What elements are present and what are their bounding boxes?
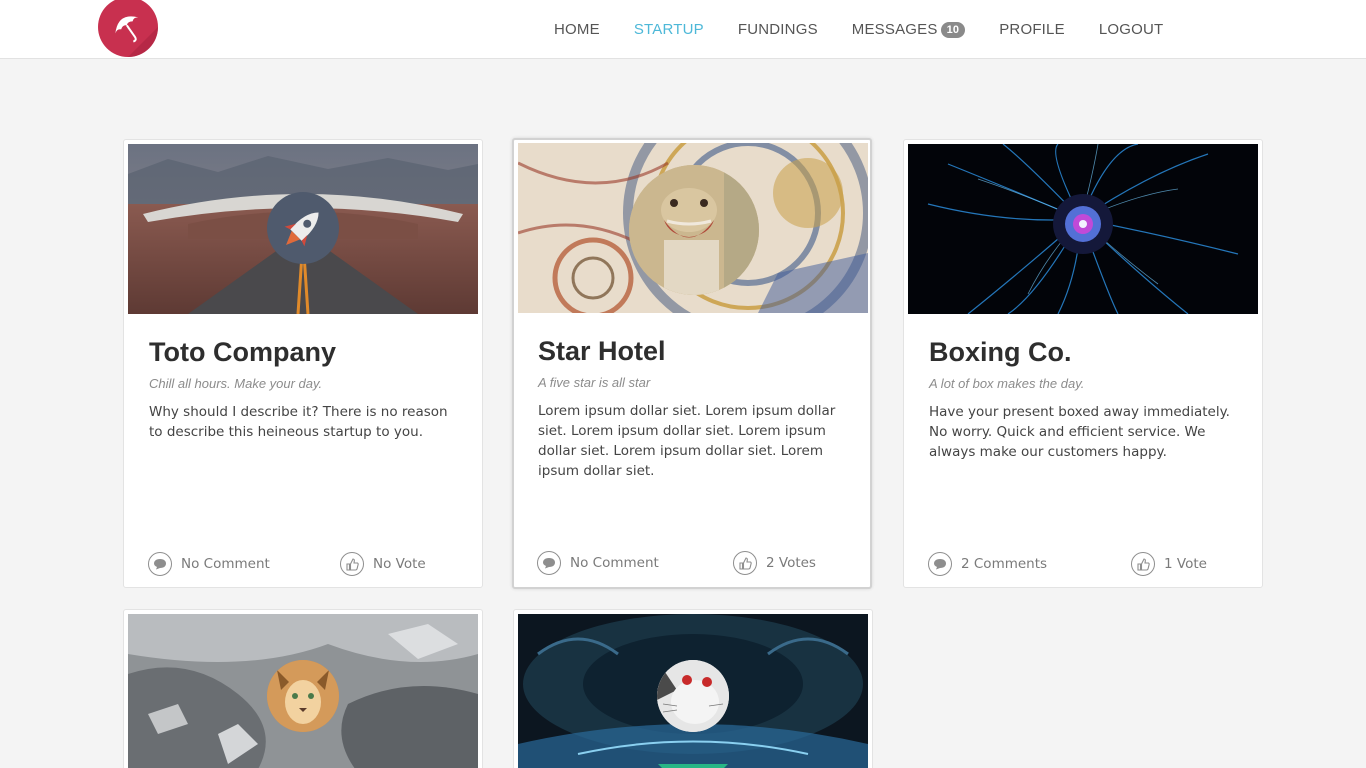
comments-count: No Comment <box>570 555 659 571</box>
votes-count: 2 Votes <box>766 555 816 571</box>
nav-messages[interactable]: MESSAGES 10 <box>851 21 966 38</box>
card-title[interactable]: Toto Company <box>149 337 336 368</box>
nav-home-label: HOME <box>554 21 600 38</box>
card-tagline: A five star is all star <box>538 375 651 390</box>
comments-count: No Comment <box>181 556 270 572</box>
nav-profile[interactable]: PROFILE <box>999 21 1065 38</box>
nav-home[interactable]: HOME <box>554 21 600 38</box>
messages-count-badge: 10 <box>940 21 966 38</box>
thumbs-up-icon <box>733 551 757 575</box>
votes-link[interactable]: No Vote <box>340 552 426 576</box>
mandala-avatar-icon <box>1047 192 1119 264</box>
nav-fundings-label: FUNDINGS <box>737 21 818 38</box>
votes-count: 1 Vote <box>1164 556 1207 572</box>
top-navbar: HOME STARTUP FUNDINGS MESSAGES 10 PROFILE… <box>0 0 1366 59</box>
votes-link[interactable]: 2 Votes <box>733 551 816 575</box>
nav-messages-label: MESSAGES <box>851 21 938 38</box>
comments-link[interactable]: No Comment <box>537 551 659 575</box>
card-title[interactable]: Star Hotel <box>538 336 666 367</box>
startup-card[interactable]: Boxing Co. A lot of box makes the day. H… <box>903 139 1263 588</box>
nav-logout[interactable]: LOGOUT <box>1099 21 1164 38</box>
comment-bubble-icon <box>537 551 561 575</box>
card-description: Lorem ipsum dollar siet. Lorem ipsum dol… <box>538 403 836 479</box>
startup-card[interactable] <box>513 609 873 768</box>
umbrella-logo-icon[interactable] <box>98 0 158 57</box>
card-tagline: A lot of box makes the day. <box>929 376 1085 391</box>
nav-startup-label: STARTUP <box>633 21 704 38</box>
card-description: Why should I describe it? There is no re… <box>149 404 448 440</box>
startup-card[interactable] <box>123 609 483 768</box>
card-footer: 2 Comments 1 Vote <box>928 552 1248 576</box>
comment-bubble-icon <box>928 552 952 576</box>
nav-startup[interactable]: STARTUP <box>634 21 704 38</box>
card-title[interactable]: Boxing Co. <box>929 337 1072 368</box>
nav-profile-label: PROFILE <box>999 21 1065 38</box>
startup-card[interactable]: Toto Company Chill all hours. Make your … <box>123 139 483 588</box>
card-footer: No Comment No Vote <box>148 552 468 576</box>
rocket-avatar-icon <box>267 192 339 264</box>
card-tagline: Chill all hours. Make your day. <box>149 376 323 391</box>
main-nav: HOME STARTUP FUNDINGS MESSAGES 10 PROFILE… <box>554 0 1197 59</box>
lizard-avatar-photo <box>629 165 759 295</box>
cat-avatar-photo <box>657 660 729 732</box>
nav-logout-label: LOGOUT <box>1098 21 1164 38</box>
nav-fundings[interactable]: FUNDINGS <box>738 21 818 38</box>
card-description: Have your present boxed away immediately… <box>929 404 1230 460</box>
comments-link[interactable]: 2 Comments <box>928 552 1047 576</box>
comments-link[interactable]: No Comment <box>148 552 270 576</box>
comment-bubble-icon <box>148 552 172 576</box>
thumbs-up-icon <box>340 552 364 576</box>
cougar-avatar-photo <box>267 660 339 732</box>
card-footer: No Comment 2 Votes <box>537 551 857 575</box>
thumbs-up-icon <box>1131 552 1155 576</box>
startup-card[interactable]: Star Hotel A five star is all star Lorem… <box>512 138 872 589</box>
votes-link[interactable]: 1 Vote <box>1131 552 1207 576</box>
votes-count: No Vote <box>373 556 426 572</box>
comments-count: 2 Comments <box>961 556 1048 572</box>
